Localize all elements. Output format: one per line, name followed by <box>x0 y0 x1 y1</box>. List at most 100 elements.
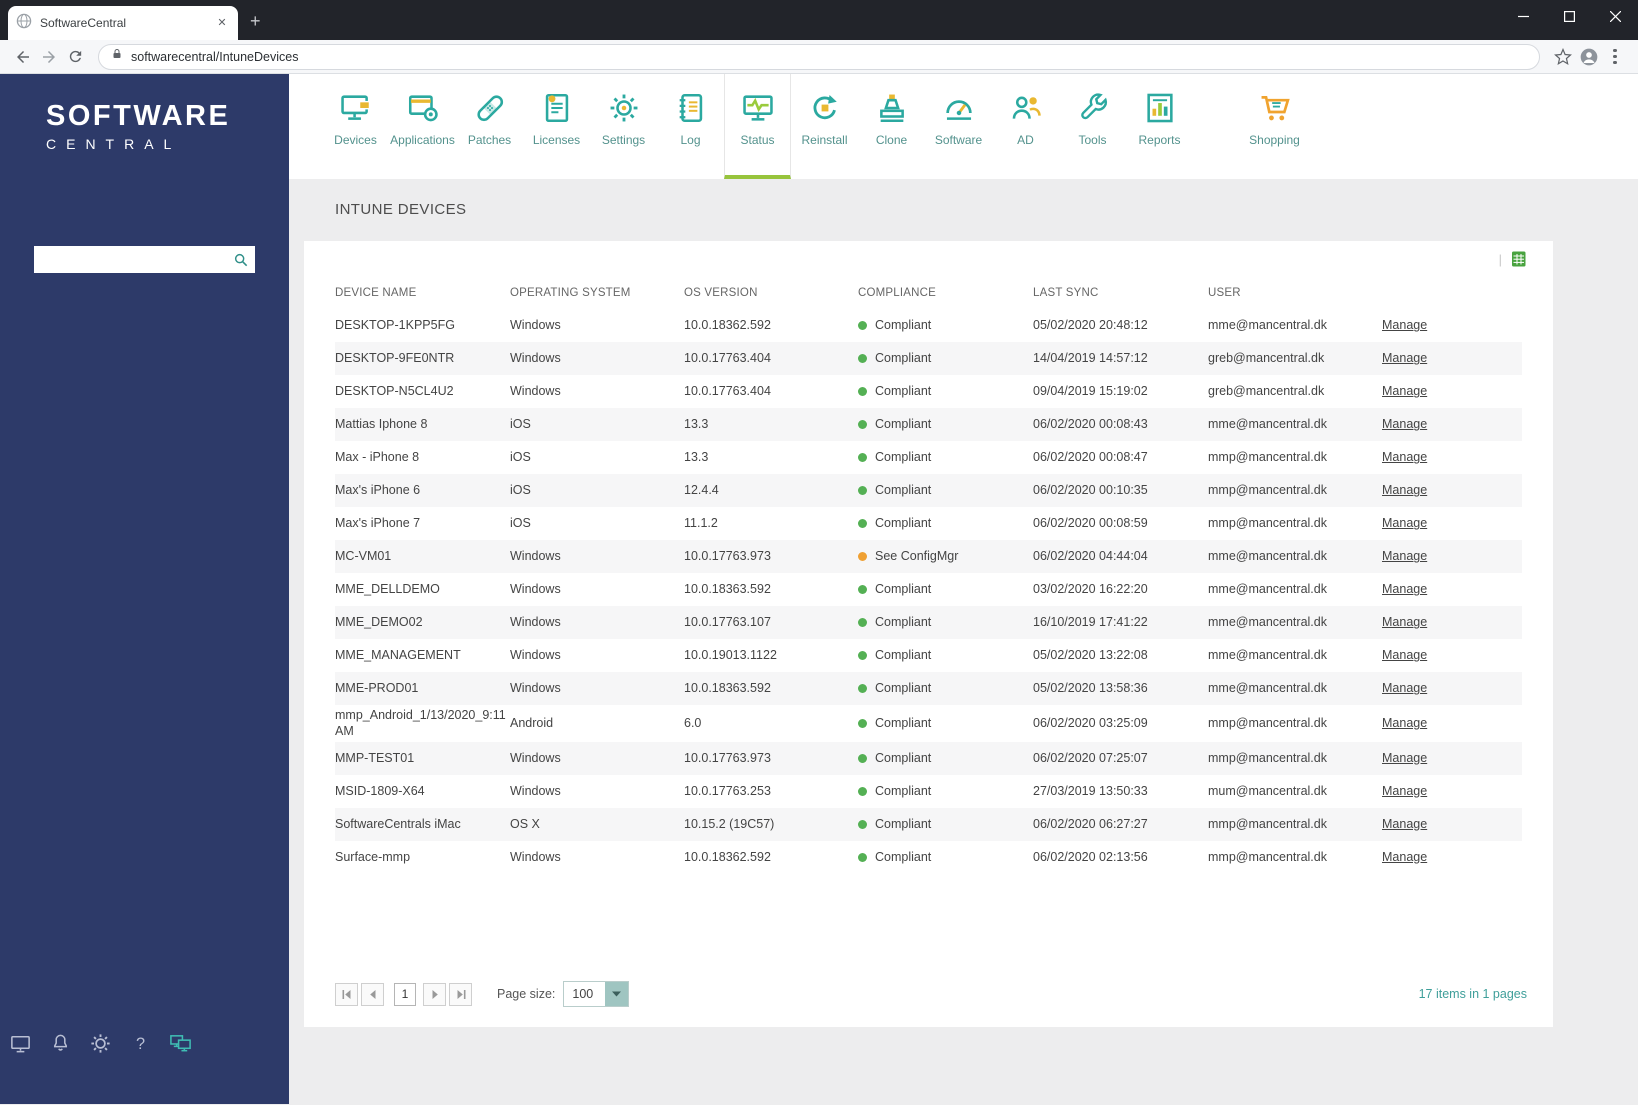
table-row: Surface-mmp Windows 10.0.18362.592 Complian… <box>335 841 1522 874</box>
search-button[interactable] <box>227 246 255 273</box>
manage-link[interactable]: Manage <box>1382 384 1427 398</box>
compliance-status-dot <box>858 719 867 729</box>
manage-link[interactable]: Manage <box>1382 549 1427 563</box>
manage-link[interactable]: Manage <box>1382 450 1427 464</box>
chevron-down-icon[interactable] <box>605 982 629 1006</box>
nav-item-ad[interactable]: AD <box>992 74 1059 179</box>
manage-cell: Manage <box>1382 507 1522 540</box>
ad-icon <box>1009 90 1043 126</box>
nav-item-log[interactable]: Log <box>657 74 724 179</box>
manage-link[interactable]: Manage <box>1382 817 1427 831</box>
manage-link[interactable]: Manage <box>1382 681 1427 695</box>
settings-icon[interactable] <box>88 1031 113 1056</box>
back-icon[interactable] <box>10 44 36 70</box>
column-user: USER <box>1208 287 1241 299</box>
nav-item-reinstall[interactable]: Reinstall <box>791 74 858 179</box>
manage-link[interactable]: Manage <box>1382 850 1427 864</box>
manage-link[interactable]: Manage <box>1382 318 1427 332</box>
table-row: Max's iPhone 6 iOS 12.4.4 Compliant 06/02/20… <box>335 474 1522 507</box>
manage-link[interactable]: Manage <box>1382 351 1427 365</box>
manage-link[interactable]: Manage <box>1382 417 1427 431</box>
nav-item-software[interactable]: Software <box>925 74 992 179</box>
profile-avatar-icon[interactable] <box>1576 44 1602 70</box>
tab-close-icon[interactable]: ✕ <box>214 15 230 31</box>
manage-cell: Manage <box>1382 606 1522 639</box>
browser-tab[interactable]: SoftwareCentral ✕ <box>8 6 238 40</box>
settings-icon <box>607 90 641 126</box>
current-page-input[interactable]: 1 <box>394 982 416 1006</box>
last-sync-cell: 14/04/2019 14:57:12 <box>1033 351 1148 366</box>
previous-page-button[interactable] <box>361 982 384 1006</box>
nav-item-label: Reinstall <box>801 133 848 147</box>
window-minimize-button[interactable] <box>1500 0 1546 32</box>
table-row: DESKTOP-9FE0NTR Windows 10.0.17763.404 Comp… <box>335 342 1522 375</box>
nav-item-label: Log <box>680 133 701 147</box>
log-icon <box>674 90 708 126</box>
compliance-status-dot <box>858 786 867 796</box>
reload-icon[interactable] <box>62 44 88 70</box>
forward-icon[interactable] <box>36 44 62 70</box>
page-size-select[interactable]: 100 <box>563 981 630 1007</box>
bookmark-star-icon[interactable] <box>1550 44 1576 70</box>
export-csv-button[interactable] <box>1511 251 1527 267</box>
computer-icon[interactable] <box>8 1031 33 1056</box>
manage-cell: Manage <box>1382 742 1522 775</box>
manage-link[interactable]: Manage <box>1382 716 1427 730</box>
window-maximize-button[interactable] <box>1546 0 1592 32</box>
new-tab-button[interactable]: + <box>250 12 261 30</box>
first-page-button[interactable] <box>335 982 358 1006</box>
browser-toolbar: softwarecentral/IntuneDevices <box>0 40 1638 74</box>
user-cell: mmp@mancentral.dk <box>1208 483 1327 498</box>
compliance-status-dot <box>858 753 867 763</box>
compliance-label: Compliant <box>875 681 932 696</box>
next-page-button[interactable] <box>423 982 446 1006</box>
compliance-cell: See ConfigMgr <box>858 540 1033 573</box>
logo-text-central: CENTRAL <box>46 136 182 152</box>
nav-item-reports[interactable]: Reports <box>1126 74 1193 179</box>
nav-item-devices[interactable]: Devices <box>322 74 389 179</box>
window-close-button[interactable] <box>1592 0 1638 32</box>
nav-item-clone[interactable]: Clone <box>858 74 925 179</box>
compliance-label: Compliant <box>875 615 932 630</box>
compliance-status-dot <box>858 420 867 430</box>
favicon <box>16 13 32 34</box>
nav-item-settings[interactable]: Settings <box>590 74 657 179</box>
compliance-status-dot <box>858 684 867 694</box>
nav-item-shopping[interactable]: Shopping <box>1241 74 1308 179</box>
topnav-items: Devices Applications Patches Licenses Settin… <box>289 74 1638 179</box>
manage-link[interactable]: Manage <box>1382 648 1427 662</box>
nav-item-tools[interactable]: Tools <box>1059 74 1126 179</box>
user-cell: mme@mancentral.dk <box>1208 681 1327 696</box>
reports-icon <box>1143 90 1177 126</box>
last-page-button[interactable] <box>449 982 472 1006</box>
os-cell: OS X <box>510 816 540 831</box>
notifications-icon[interactable] <box>48 1031 73 1056</box>
manage-link[interactable]: Manage <box>1382 516 1427 530</box>
device-name-cell: SoftwareCentrals iMac <box>335 816 461 831</box>
device-name-cell: MSID-1809-X64 <box>335 783 425 798</box>
compliance-cell: Compliant <box>858 375 1033 408</box>
search-input[interactable] <box>34 246 227 273</box>
device-name-cell: MMP-TEST01 <box>335 750 415 765</box>
table-row: MME_DEMO02 Windows 10.0.17763.107 Compliant… <box>335 606 1522 639</box>
manage-link[interactable]: Manage <box>1382 751 1427 765</box>
compliance-label: Compliant <box>875 384 932 399</box>
manage-link[interactable]: Manage <box>1382 784 1427 798</box>
compliance-status-dot <box>858 852 867 862</box>
manage-link[interactable]: Manage <box>1382 582 1427 596</box>
browser-menu-icon[interactable] <box>1602 44 1628 70</box>
device-table: DEVICE NAME OPERATING SYSTEM OS VERSION … <box>335 277 1522 874</box>
help-icon[interactable]: ? <box>128 1031 153 1056</box>
nav-item-applications[interactable]: Applications <box>389 74 456 179</box>
nav-item-patches[interactable]: Patches <box>456 74 523 179</box>
os-version-cell: 10.0.17763.404 <box>684 384 771 399</box>
url-text: softwarecentral/IntuneDevices <box>131 49 299 64</box>
manage-link[interactable]: Manage <box>1382 615 1427 629</box>
url-bar[interactable]: softwarecentral/IntuneDevices <box>98 43 1540 70</box>
manage-link[interactable]: Manage <box>1382 483 1427 497</box>
nav-item-licenses[interactable]: Licenses <box>523 74 590 179</box>
compliance-cell: Compliant <box>858 639 1033 672</box>
remote-support-icon[interactable] <box>168 1031 193 1056</box>
lock-icon[interactable] <box>111 47 123 66</box>
nav-item-status[interactable]: Status <box>724 74 791 179</box>
